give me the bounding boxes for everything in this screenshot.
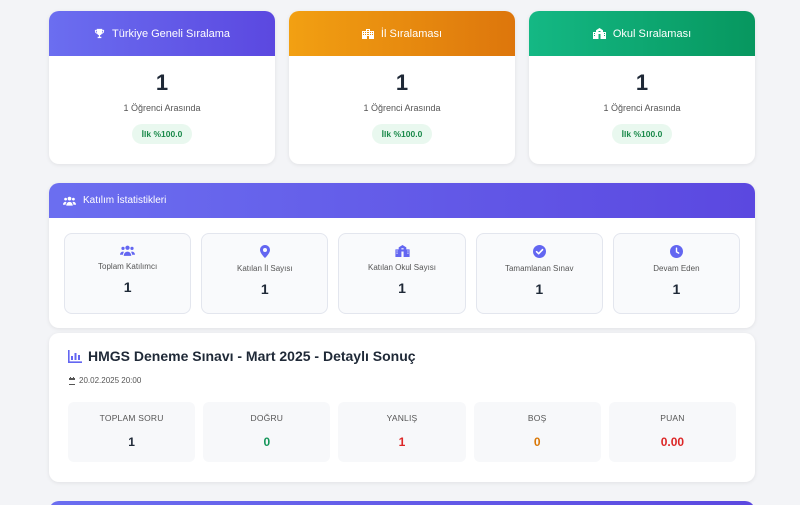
score-value: 0.00 (660, 435, 685, 449)
turkey-ranking-title: Türkiye Geneli Sıralama (112, 27, 230, 40)
school-ranking-value: 1 (635, 70, 649, 95)
city-ranking-badge: İlk %100.0 (371, 124, 433, 144)
school-ranking-card: Okul Sıralaması 1 1 Öğrenci Arasında İlk… (529, 11, 755, 164)
stat-label: Devam Eden (653, 264, 700, 273)
score-wrong: YANLIŞ 1 (338, 402, 466, 462)
city-ranking-card: İl Sıralaması 1 1 Öğrenci Arasında İlk %… (289, 11, 515, 164)
ranking-cards: Türkiye Geneli Sıralama 1 1 Öğrenci Aras… (49, 11, 755, 164)
score-value: 1 (128, 435, 135, 449)
exam-title-row: HMGS Deneme Sınavı - Mart 2025 - Detaylı… (68, 348, 416, 364)
score-value: 0 (263, 435, 271, 449)
turkey-ranking-badge: İlk %100.0 (131, 124, 193, 144)
score-label: PUAN (660, 413, 685, 423)
participation-stat-row: Toplam Katılımcı 1 Katılan İl Sayısı 1 K… (49, 218, 755, 314)
turkey-ranking-value: 1 (155, 70, 169, 95)
score-label: BOŞ (527, 413, 547, 423)
stat-label: Tamamlanan Sınav (504, 264, 574, 273)
score-label: TOPLAM SORU (99, 413, 164, 423)
score-correct: DOĞRU 0 (203, 402, 331, 462)
stat-label: Katılan Okul Sayısı (367, 263, 437, 272)
stat-value: 1 (260, 281, 269, 297)
stat-ongoing: Devam Eden 1 (612, 233, 741, 314)
chart-icon (68, 349, 82, 363)
next-section-header (49, 501, 755, 505)
stat-value: 1 (123, 279, 132, 295)
stat-value: 1 (398, 280, 406, 296)
city-ranking-subtext: 1 Öğrenci Arasında (363, 103, 441, 113)
clock-icon (669, 245, 683, 258)
participation-header: Katılım İstatistikleri (49, 183, 755, 218)
stat-completed-exams: Tamamlanan Sınav 1 (475, 233, 603, 314)
exam-date-row: 20.02.2025 20:00 (68, 376, 141, 385)
exam-result-card: HMGS Deneme Sınavı - Mart 2025 - Detaylı… (49, 333, 755, 482)
score-label: DOĞRU (250, 413, 284, 423)
map-pin-icon (259, 245, 270, 258)
turkey-ranking-header: Türkiye Geneli Sıralama (49, 11, 275, 56)
calendar-icon (69, 376, 75, 385)
city-ranking-title: İl Sıralaması (380, 27, 443, 40)
check-circle-icon (532, 245, 546, 258)
stat-value: 1 (535, 281, 544, 297)
participation-title: Katılım İstatistikleri (83, 195, 167, 206)
users-icon (120, 245, 136, 256)
exam-date: 20.02.2025 20:00 (79, 376, 142, 385)
score-row: TOPLAM SORU 1 DOĞRU 0 YANLIŞ 1 BOŞ 0 PUA… (68, 402, 737, 462)
stat-label: Toplam Katılımcı (98, 262, 158, 271)
city-ranking-header: İl Sıralaması (289, 11, 515, 56)
school-ranking-title: Okul Sıralaması (612, 27, 692, 40)
score-points: PUAN 0.00 (608, 402, 737, 462)
school-icon (394, 245, 410, 257)
turkey-ranking-card: Türkiye Geneli Sıralama 1 1 Öğrenci Aras… (49, 11, 275, 164)
score-value: 0 (533, 435, 541, 449)
city-icon (361, 29, 374, 39)
turkey-ranking-subtext: 1 Öğrenci Arasında (123, 103, 201, 113)
stat-city-count: Katılan İl Sayısı 1 (201, 233, 329, 314)
stat-value: 1 (672, 281, 681, 297)
stat-school-count: Katılan Okul Sayısı 1 (338, 233, 466, 314)
users-icon (63, 196, 76, 206)
school-ranking-header: Okul Sıralaması (529, 11, 755, 56)
city-ranking-value: 1 (395, 70, 409, 95)
score-empty: BOŞ 0 (473, 402, 601, 462)
school-ranking-subtext: 1 Öğrenci Arasında (603, 103, 681, 113)
exam-title: HMGS Deneme Sınavı - Mart 2025 - Detaylı… (88, 348, 416, 364)
stat-label: Katılan İl Sayısı (237, 264, 293, 273)
score-label: YANLIŞ (386, 413, 418, 423)
score-value: 1 (398, 435, 406, 449)
score-total-questions: TOPLAM SORU 1 (68, 402, 196, 462)
school-ranking-badge: İlk %100.0 (611, 124, 673, 144)
trophy-icon (94, 28, 105, 39)
participation-stats-card: Katılım İstatistikleri Toplam Katılımcı … (49, 183, 755, 328)
school-icon (592, 28, 606, 39)
stat-total-participants: Toplam Katılımcı 1 (64, 233, 192, 314)
